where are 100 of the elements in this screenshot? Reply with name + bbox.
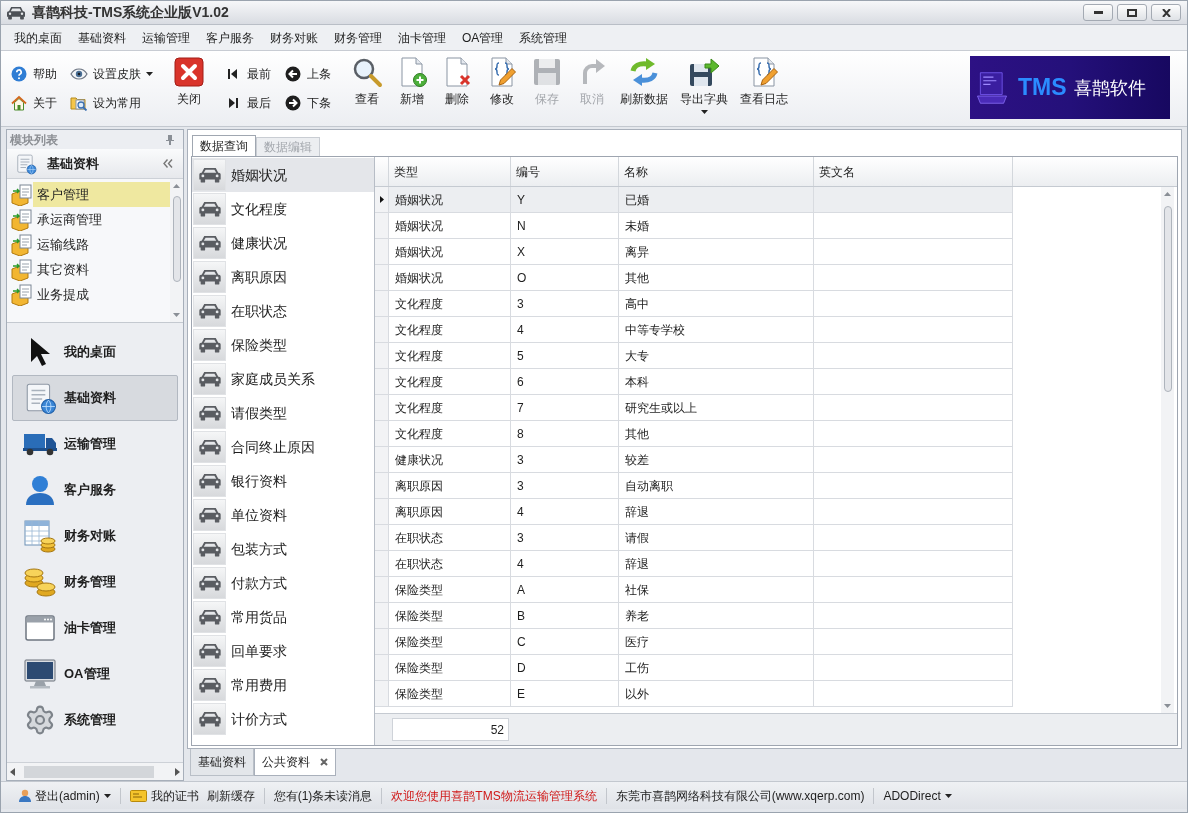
toolbar-button[interactable]: 下条	[284, 92, 331, 114]
menu-item[interactable]: 系统管理	[511, 25, 576, 50]
group-header[interactable]: 基础资料	[7, 149, 183, 179]
toolbar-button[interactable]: 最后	[224, 92, 271, 114]
toolbar-button[interactable]: 新增	[389, 56, 434, 107]
menu-item[interactable]: 基础资料	[70, 25, 134, 50]
table-row[interactable]: 在职状态 3 请假	[375, 525, 1013, 551]
window-icon	[25, 615, 55, 641]
menu-item[interactable]: 我的桌面	[6, 25, 70, 50]
nav-item[interactable]: 系统管理	[12, 697, 178, 743]
table-row[interactable]: 婚姻状况 X 离异	[375, 239, 1013, 265]
person-icon	[25, 474, 55, 506]
toolbar-button[interactable]: 查看日志	[734, 56, 794, 107]
table-row[interactable]: 离职原因 3 自动离职	[375, 473, 1013, 499]
table-row[interactable]: 保险类型 E 以外	[375, 681, 1013, 707]
close-icon	[172, 56, 205, 88]
minimize-button[interactable]	[1083, 4, 1113, 21]
nav-item[interactable]: 我的桌面	[12, 329, 178, 375]
car-icon	[7, 5, 25, 20]
table-row[interactable]: 文化程度 8 其他	[375, 421, 1013, 447]
toolbar-button[interactable]: 上条	[284, 63, 331, 85]
nav-item[interactable]: 油卡管理	[12, 605, 178, 651]
document-tab[interactable]: 基础资料	[190, 749, 254, 776]
menu-item[interactable]: 油卡管理	[390, 25, 454, 50]
skip-first-icon	[227, 68, 239, 80]
module-list-item[interactable]: 运输线路	[11, 232, 170, 257]
scrollbar-thumb[interactable]	[1163, 206, 1172, 392]
vertical-scrollbar[interactable]	[170, 179, 183, 322]
scroll-up-icon	[1164, 192, 1171, 196]
sidebar-title: 模块列表	[10, 131, 58, 149]
column-header[interactable]: 类型	[389, 157, 511, 186]
module-list-item[interactable]: 其它资料	[11, 257, 170, 282]
arrow-right-circle-icon	[285, 95, 301, 111]
toolbar-button[interactable]: 修改	[479, 56, 524, 107]
status-link[interactable]: 您有(1)条未读消息	[273, 786, 373, 805]
menu-item[interactable]: 客户服务	[198, 25, 262, 50]
scrollbar-thumb[interactable]	[172, 196, 181, 282]
scrollbar-thumb[interactable]	[24, 765, 154, 778]
column-header[interactable]: 名称	[619, 157, 814, 186]
toolbar-button[interactable]: 关于	[10, 92, 57, 114]
status-link[interactable]: 刷新缓存	[206, 786, 255, 805]
menu-item[interactable]: 财务对账	[262, 25, 326, 50]
table-row[interactable]: 文化程度 5 大专	[375, 343, 1013, 369]
folder-search-icon	[70, 95, 88, 111]
vertical-scrollbar[interactable]	[1161, 187, 1174, 713]
scroll-down-icon	[1164, 704, 1171, 708]
nav-item[interactable]: OA管理	[12, 651, 178, 697]
maximize-button[interactable]	[1117, 4, 1147, 21]
status-link[interactable]: ADODirect	[883, 786, 952, 805]
column-header[interactable]: 编号	[511, 157, 619, 186]
table-row[interactable]: 保险类型 D 工伤	[375, 655, 1013, 681]
status-link[interactable]: 登出(admin)	[19, 786, 111, 805]
table-row[interactable]: 文化程度 6 本科	[375, 369, 1013, 395]
table-row[interactable]: 婚姻状况 N 未婚	[375, 213, 1013, 239]
toolbar-button[interactable]: 刷新数据	[614, 56, 674, 107]
table-row[interactable]: 婚姻状况 Y 已婚	[375, 187, 1013, 213]
table-row[interactable]: 婚姻状况 O 其他	[375, 265, 1013, 291]
car-icon	[193, 159, 226, 191]
tab[interactable]: 数据查询	[192, 135, 256, 156]
toolbar-button[interactable]: 导出字典	[674, 56, 734, 114]
module-list-item[interactable]: 承运商管理	[11, 207, 170, 232]
document-tab[interactable]: 公共资料	[254, 749, 336, 776]
skip-last-icon	[227, 97, 239, 109]
toolbar-button[interactable]: 删除	[434, 56, 479, 107]
table-row[interactable]: 在职状态 4 辞退	[375, 551, 1013, 577]
menu-item[interactable]: OA管理	[454, 25, 512, 50]
close-button[interactable]	[1151, 4, 1181, 21]
toolbar-button[interactable]: 最前	[224, 63, 271, 85]
table-row[interactable]: 保险类型 C 医疗	[375, 629, 1013, 655]
nav-item[interactable]: 客户服务	[12, 467, 178, 513]
package-document-icon	[11, 183, 33, 206]
help-icon	[11, 66, 27, 82]
toolbar-button[interactable]: 设置皮肤	[70, 63, 153, 85]
nav-item[interactable]: 财务管理	[12, 559, 178, 605]
toolbar-button[interactable]: 帮助	[10, 63, 57, 85]
horizontal-scrollbar[interactable]	[7, 762, 183, 780]
nav-item[interactable]: 财务对账	[12, 513, 178, 559]
scroll-down-icon	[173, 313, 180, 317]
table-row[interactable]: 离职原因 4 辞退	[375, 499, 1013, 525]
toolbar-button[interactable]: 查看	[344, 56, 389, 107]
nav-item[interactable]: 基础资料	[12, 375, 178, 421]
table-row[interactable]: 文化程度 3 高中	[375, 291, 1013, 317]
column-header[interactable]: 英文名	[814, 157, 1013, 186]
table-row[interactable]: 文化程度 4 中等专学校	[375, 317, 1013, 343]
table-row[interactable]: 文化程度 7 研究生或以上	[375, 395, 1013, 421]
category-item[interactable]: 婚姻状况	[192, 158, 374, 192]
table-row[interactable]: 健康状况 3 较差	[375, 447, 1013, 473]
menu-item[interactable]: 财务管理	[326, 25, 390, 50]
menu-item[interactable]: 运输管理	[134, 25, 198, 50]
table-row[interactable]: 保险类型 B 养老	[375, 603, 1013, 629]
module-list-item[interactable]: 业务提成	[11, 282, 170, 307]
nav-item[interactable]: 运输管理	[12, 421, 178, 467]
car-icon	[193, 431, 226, 463]
car-icon	[193, 533, 226, 565]
table-row[interactable]: 保险类型 A 社保	[375, 577, 1013, 603]
toolbar-button[interactable]: 设为常用	[70, 92, 153, 114]
record-count: 52	[392, 718, 509, 741]
package-document-icon	[11, 283, 33, 306]
toolbar-button[interactable]: 关闭	[166, 56, 211, 107]
status-link[interactable]: 我的证书	[129, 786, 199, 805]
